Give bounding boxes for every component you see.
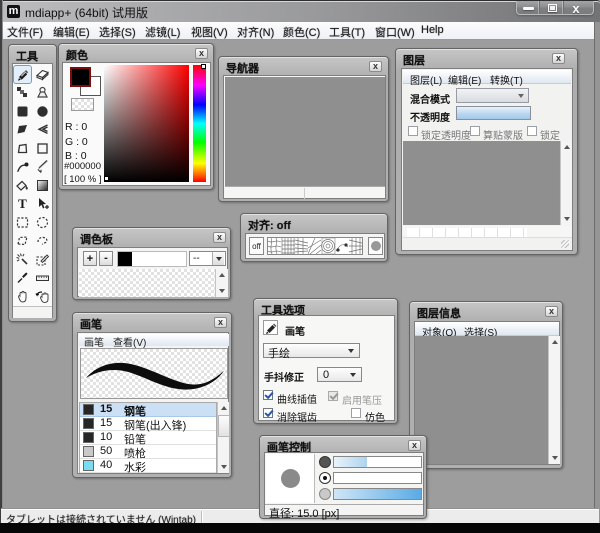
svg-text:T: T bbox=[18, 196, 27, 211]
